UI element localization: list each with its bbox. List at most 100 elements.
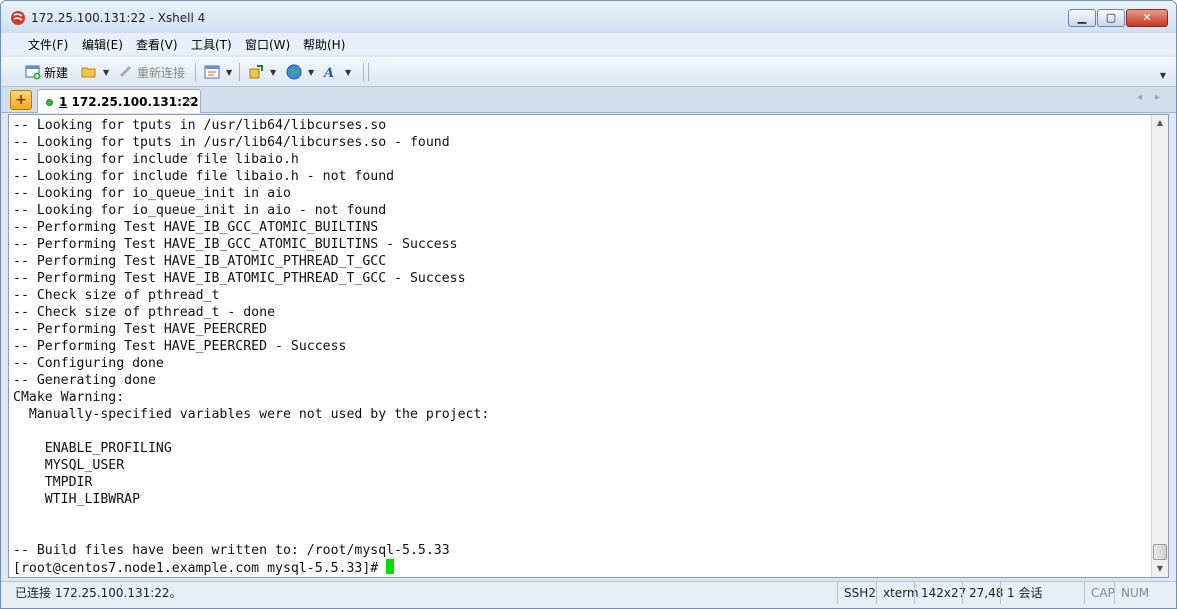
chevron-down-icon: ▼ bbox=[270, 67, 277, 77]
terminal-line: -- Looking for io_queue_init in aio - no… bbox=[13, 203, 387, 218]
terminal-line: -- Check size of pthread_t bbox=[13, 288, 220, 303]
chevron-down-icon: ▼ bbox=[103, 67, 110, 77]
terminal-line: -- Build files have been written to: /ro… bbox=[13, 543, 450, 558]
new-session-label: 新建 bbox=[44, 65, 69, 80]
menu-edit[interactable]: 编辑(E) bbox=[82, 36, 123, 53]
reconnect-icon bbox=[119, 65, 132, 78]
reconnect-label: 重新连接 bbox=[137, 65, 186, 80]
terminal-output: -- Looking for tputs in /usr/lib64/libcu… bbox=[13, 117, 1147, 577]
terminal-line: -- Performing Test HAVE_PEERCRED - Succe… bbox=[13, 339, 347, 354]
xshell-app-icon bbox=[11, 11, 25, 25]
terminal-line: TMPDIR bbox=[13, 475, 93, 490]
xshell-window: 172.25.100.131:22 - Xshell 4 ▁ ▢ ✕ 文件(F)… bbox=[0, 0, 1177, 609]
terminal-line: -- Looking for include file libaio.h - n… bbox=[13, 169, 395, 184]
window-controls: ▁ ▢ ✕ bbox=[1067, 9, 1168, 27]
menu-bar: 文件(F) 编辑(E) 查看(V) 工具(T) 窗口(W) 帮助(H) bbox=[1, 33, 1176, 55]
terminal-line: -- Generating done bbox=[13, 373, 156, 388]
session-count-status: 1 会话 bbox=[1000, 582, 1086, 604]
globe-button[interactable]: ▼ bbox=[286, 62, 314, 82]
maximize-icon: ▢ bbox=[1105, 11, 1117, 24]
chevron-down-icon: ▼ bbox=[308, 67, 315, 77]
transfer-icon bbox=[249, 65, 263, 79]
font-button[interactable]: A ▼ bbox=[323, 62, 351, 82]
chevron-down-icon: ▼ bbox=[345, 67, 352, 77]
new-tab-button[interactable]: + bbox=[10, 90, 32, 110]
globe-icon bbox=[286, 64, 302, 80]
properties-icon bbox=[204, 65, 220, 79]
terminal-cursor bbox=[386, 559, 395, 574]
terminal-line: -- Performing Test HAVE_PEERCRED bbox=[13, 322, 268, 337]
new-session-button[interactable]: 新建 bbox=[25, 62, 68, 82]
cursor-position-status: 27,48 bbox=[962, 582, 1003, 604]
menu-tools[interactable]: 工具(T) bbox=[191, 36, 232, 53]
scroll-down-icon[interactable]: ▼ bbox=[1152, 561, 1168, 577]
tab-close-icon[interactable]: × bbox=[184, 94, 193, 107]
caps-lock-status: CAP bbox=[1084, 582, 1116, 604]
vertical-scrollbar[interactable]: ▲ ▼ bbox=[1151, 115, 1168, 577]
menu-file[interactable]: 文件(F) bbox=[28, 36, 68, 53]
connection-status: 已连接 172.25.100.131:22。 bbox=[15, 586, 182, 600]
terminal-line: -- Performing Test HAVE_IB_GCC_ATOMIC_BU… bbox=[13, 220, 379, 235]
toolbar-separator bbox=[239, 63, 240, 81]
open-folder-button[interactable]: ▼ bbox=[81, 62, 109, 82]
connected-status-icon bbox=[46, 99, 53, 106]
scrollbar-thumb[interactable] bbox=[1153, 544, 1167, 560]
terminal-line: -- Looking for io_queue_init in aio bbox=[13, 186, 291, 201]
tab-bar: + 1 172.25.100.131:22 × ◂ ▸ bbox=[1, 87, 1176, 113]
protocol-status: SSH2 bbox=[837, 582, 877, 604]
menu-help[interactable]: 帮助(H) bbox=[303, 36, 345, 53]
status-bar: 已连接 172.25.100.131:22。 SSH2 xterm 142x27… bbox=[1, 581, 1176, 608]
toolbar-separator bbox=[195, 63, 196, 81]
toolbar-separator bbox=[363, 63, 364, 81]
tab-label: 1 172.25.100.131:22 bbox=[59, 95, 199, 109]
toolbar: 新建 ▼ 重新连接 ▼ ▼ ▼ A ▼ ▼ bbox=[1, 57, 1176, 87]
terminal-size-status: 142x27 bbox=[914, 582, 966, 604]
font-icon: A bbox=[323, 66, 334, 80]
terminal-line: Manually-specified variables were not us… bbox=[13, 407, 490, 422]
close-icon: ✕ bbox=[1142, 11, 1152, 24]
tab-scroll-left-icon[interactable]: ◂ bbox=[1137, 92, 1142, 103]
close-button[interactable]: ✕ bbox=[1126, 9, 1168, 27]
svg-text:A: A bbox=[323, 66, 334, 80]
reconnect-button[interactable]: 重新连接 bbox=[118, 62, 185, 82]
maximize-button[interactable]: ▢ bbox=[1097, 9, 1125, 27]
terminal-line: -- Looking for include file libaio.h bbox=[13, 152, 299, 167]
tab-host: 172.25.100.131:22 bbox=[71, 95, 199, 109]
terminal-prompt-line: [root@centos7.node1.example.com mysql-5.… bbox=[13, 559, 1147, 577]
terminal-line: -- Performing Test HAVE_IB_ATOMIC_PTHREA… bbox=[13, 271, 466, 286]
terminal-line: -- Looking for tputs in /usr/lib64/libcu… bbox=[13, 135, 450, 150]
scroll-up-icon[interactable]: ▲ bbox=[1152, 115, 1168, 131]
tab-session-1[interactable]: 1 172.25.100.131:22 × bbox=[37, 89, 201, 113]
properties-button[interactable]: ▼ bbox=[204, 62, 232, 82]
menu-window[interactable]: 窗口(W) bbox=[245, 36, 290, 53]
shell-prompt: [root@centos7.node1.example.com mysql-5.… bbox=[13, 561, 387, 576]
tab-scroll-right-icon[interactable]: ▸ bbox=[1155, 92, 1160, 103]
minimize-icon: ▁ bbox=[1077, 11, 1087, 24]
terminal-view[interactable]: -- Looking for tputs in /usr/lib64/libcu… bbox=[8, 114, 1169, 578]
terminal-line: -- Check size of pthread_t - done bbox=[13, 305, 276, 320]
title-bar[interactable]: 172.25.100.131:22 - Xshell 4 ▁ ▢ ✕ bbox=[1, 1, 1176, 33]
terminal-lines: -- Looking for tputs in /usr/lib64/libcu… bbox=[13, 117, 1147, 559]
terminal-type-status: xterm bbox=[876, 582, 919, 604]
menu-view[interactable]: 查看(V) bbox=[136, 36, 178, 53]
terminal-line: -- Performing Test HAVE_IB_GCC_ATOMIC_BU… bbox=[13, 237, 458, 252]
terminal-line: -- Performing Test HAVE_IB_ATOMIC_PTHREA… bbox=[13, 254, 387, 269]
new-session-icon bbox=[25, 65, 41, 80]
transfer-button[interactable]: ▼ bbox=[248, 62, 276, 82]
terminal-line: CMake Warning: bbox=[13, 390, 125, 405]
chevron-down-icon: ▼ bbox=[226, 67, 233, 77]
window-title: 172.25.100.131:22 - Xshell 4 bbox=[31, 11, 206, 25]
minimize-button[interactable]: ▁ bbox=[1068, 9, 1096, 27]
terminal-line: -- Configuring done bbox=[13, 356, 164, 371]
terminal-line: MYSQL_USER bbox=[13, 458, 125, 473]
folder-icon bbox=[81, 67, 96, 78]
terminal-line: WTIH_LIBWRAP bbox=[13, 492, 141, 507]
toolbar-overflow-icon[interactable]: ▼ bbox=[1160, 71, 1166, 80]
toolbar-separator bbox=[368, 63, 369, 81]
num-lock-status: NUM bbox=[1114, 582, 1154, 604]
terminal-line: -- Looking for tputs in /usr/lib64/libcu… bbox=[13, 118, 387, 133]
terminal-line: ENABLE_PROFILING bbox=[13, 441, 172, 456]
